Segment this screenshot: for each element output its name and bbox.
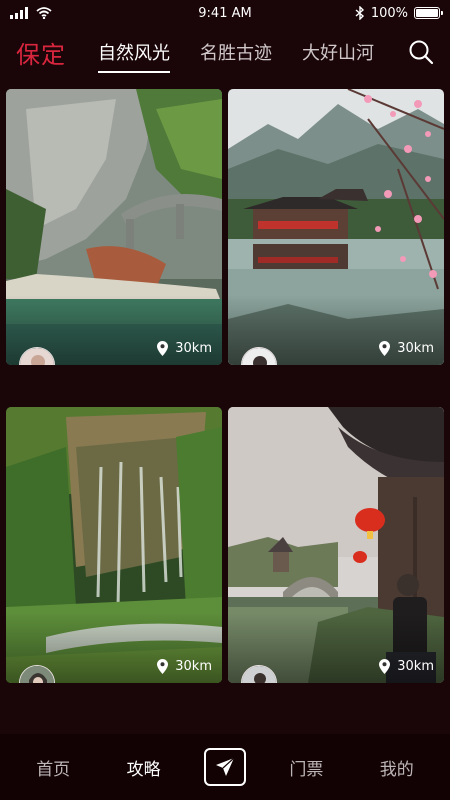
signal-icon (10, 7, 28, 19)
distance-value: 30km (175, 341, 212, 356)
bluetooth-icon (355, 6, 364, 20)
location-pin-icon (379, 659, 391, 674)
search-icon (409, 40, 434, 65)
scenery-card[interactable]: 30km (6, 407, 222, 683)
nav-item-profile[interactable]: 我的 (367, 755, 427, 780)
nav-item-guides[interactable]: 攻略 (114, 755, 174, 780)
battery-icon (414, 7, 443, 19)
location-pin-icon (157, 341, 169, 356)
post-button[interactable] (203, 748, 246, 786)
send-icon (215, 757, 235, 776)
wifi-icon (36, 7, 52, 19)
battery-percent: 100% (370, 5, 408, 21)
distance-label: 30km (379, 341, 434, 356)
tab-mountains-rivers[interactable]: 大好山河 (302, 31, 374, 73)
scenery-card[interactable]: 30km (228, 407, 444, 683)
distance-value: 30km (397, 341, 434, 356)
nav-item-home[interactable]: 首页 (23, 755, 83, 780)
scenery-card[interactable]: 30km (6, 89, 222, 365)
category-tabs: 自然风光 名胜古迹 大好山河 (98, 31, 406, 73)
distance-label: 30km (379, 659, 434, 674)
search-button[interactable] (406, 37, 436, 67)
bottom-nav: 首页 攻略 门票 我的 (0, 734, 450, 800)
scenery-card[interactable]: 30km (228, 89, 444, 365)
battery-level (416, 9, 438, 17)
distance-value: 30km (397, 659, 434, 674)
header: 保定 自然风光 名胜古迹 大好山河 (0, 26, 450, 78)
location-pin-icon (157, 659, 169, 674)
tab-natural-scenery[interactable]: 自然风光 (98, 31, 170, 73)
distance-value: 30km (175, 659, 212, 674)
scenery-grid: 30km 30km 30km 30km (6, 89, 444, 683)
tab-historic-sites[interactable]: 名胜古迹 (200, 31, 272, 73)
status-bar: 9:41 AM 100% (0, 0, 450, 26)
distance-label: 30km (157, 659, 212, 674)
city-selector[interactable]: 保定 (16, 35, 66, 70)
location-pin-icon (379, 341, 391, 356)
distance-label: 30km (157, 341, 212, 356)
nav-item-tickets[interactable]: 门票 (276, 755, 336, 780)
